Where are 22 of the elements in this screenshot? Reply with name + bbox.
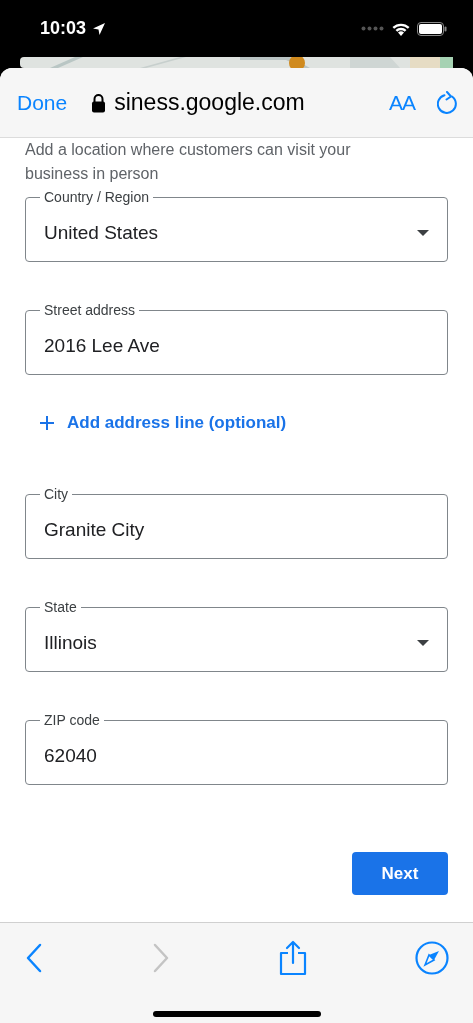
- status-time: 10:03: [40, 18, 87, 39]
- location-arrow-icon: [92, 21, 107, 36]
- intro-text: Add a location where customers can visit your business in person: [25, 140, 352, 184]
- text-field[interactable]: City Granite City: [25, 486, 448, 559]
- wifi-icon: [391, 21, 411, 36]
- next-button[interactable]: Next: [352, 852, 448, 895]
- back-icon[interactable]: [24, 943, 44, 973]
- dropdown-caret-icon: [417, 640, 429, 646]
- compass-icon[interactable]: [415, 941, 449, 975]
- select-field[interactable]: Country / Region United States: [25, 189, 448, 262]
- add-address-line-link[interactable]: Add address line (optional): [39, 403, 287, 443]
- share-icon[interactable]: [278, 940, 308, 976]
- url-field[interactable]: siness.google.com: [114, 89, 305, 116]
- signal-icon: [361, 26, 385, 31]
- dropdown-caret-icon: [417, 230, 429, 236]
- lock-icon: [91, 92, 107, 113]
- plus-icon: [39, 415, 55, 431]
- text-field[interactable]: ZIP code 62040: [25, 712, 448, 785]
- battery-icon: [417, 21, 447, 36]
- select-field[interactable]: State Illinois: [25, 599, 448, 672]
- reload-icon[interactable]: [437, 90, 459, 115]
- text-field[interactable]: Street address 2016 Lee Ave: [25, 302, 448, 375]
